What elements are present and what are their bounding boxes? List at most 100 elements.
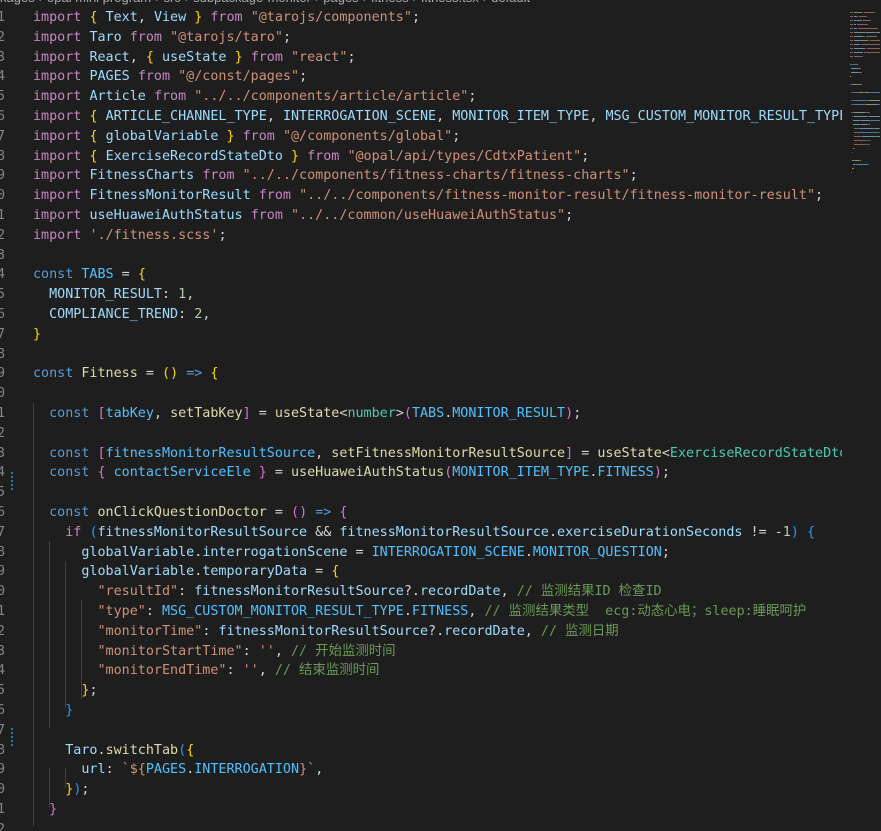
code-token: "../../components/fitness-charts/fitness…	[242, 168, 630, 184]
code-line[interactable]: 2	[0, 424, 842, 444]
code-line[interactable]: 9 globalVariable.temporaryData = {	[0, 562, 842, 582]
breadcrumb-item[interactable]: fitness	[371, 0, 409, 5]
code-token: =	[266, 505, 291, 520]
code-token: ,	[524, 623, 541, 639]
code-token: import	[33, 227, 82, 243]
minimap[interactable]	[842, 0, 881, 831]
line-number: 9	[0, 564, 6, 580]
code-token: ?.	[403, 584, 420, 600]
code-line[interactable]: 5 MONITOR_RESULT: 1,	[0, 285, 842, 305]
code-line[interactable]: 1 import { Text, View } from "@tarojs/com…	[0, 8, 842, 28]
code-token: "monitorTime"	[97, 623, 203, 639]
breadcrumb-item[interactable]: fitness.tsx	[421, 0, 479, 5]
line-number: 4	[0, 69, 6, 85]
code-token: ;	[347, 49, 356, 65]
code-line[interactable]: 6 COMPLIANCE_TREND: 2,	[0, 305, 842, 325]
breadcrumb-item[interactable]: pages	[323, 0, 358, 5]
code-text: import { ARTICLE_CHANNEL_TYPE, INTERROGA…	[33, 107, 842, 127]
code-line[interactable]: 2 import Taro from "@tarojs/taro";	[0, 28, 842, 48]
code-token: ''	[242, 663, 259, 679]
code-token: {	[89, 10, 98, 25]
code-line[interactable]: 9 const Fitness = () => {	[0, 364, 842, 384]
code-line[interactable]: 3 const [fitnessMonitorResultSource, set…	[0, 444, 842, 464]
code-line[interactable]: 2 "monitorTime": fitnessMonitorResultSou…	[0, 622, 842, 642]
line-number: 8	[0, 148, 6, 164]
code-editor[interactable]: 1 import { Text, View } from "@tarojs/com…	[0, 8, 842, 831]
code-line[interactable]: 7 import { globalVariable } from "@/compo…	[0, 127, 842, 147]
code-line[interactable]: 4 "monitorEndTime": '', // 结束监测时间	[0, 661, 842, 681]
breadcrumb-item[interactable]: opal mini program	[47, 0, 151, 5]
code-line[interactable]: 1 const [tabKey, setTabKey] = useState<n…	[0, 404, 842, 424]
code-line[interactable]: 0 import FitnessMonitorResult from "../..…	[0, 186, 842, 206]
code-line[interactable]: 8 globalVariable. interrogationScene = IN…	[0, 543, 842, 563]
code-text: import FitnessCharts from "../../compone…	[33, 166, 638, 186]
code-token: =	[307, 564, 332, 580]
code-token: .	[524, 544, 533, 560]
breadcrumb-item[interactable]: subpackage-monitor	[193, 0, 311, 5]
code-line[interactable]: 5 import Article from "../../components/a…	[0, 87, 842, 107]
code-line[interactable]: 4 const TABS = {	[0, 265, 842, 285]
code-line[interactable]: 7	[0, 721, 842, 741]
line-number: 5	[0, 683, 6, 699]
code-token: MONITOR_QUESTION	[532, 544, 662, 560]
code-line[interactable]: 5 };	[0, 681, 842, 701]
code-token: fitnessMonitorResultSource	[218, 623, 429, 639]
code-line[interactable]: 3 "monitorStartTime": '', // 开始监测时间	[0, 642, 842, 662]
line-number: 1	[0, 406, 6, 421]
code-token: {	[89, 128, 98, 144]
code-line[interactable]: 7}	[0, 325, 842, 345]
code-line[interactable]: 6 }	[0, 701, 842, 721]
minimap-line	[866, 140, 871, 141]
code-token: ;	[815, 188, 824, 204]
code-token: import	[33, 29, 82, 45]
code-line[interactable]: 1 }	[0, 800, 842, 820]
code-line[interactable]: 7 if (fitnessMonitorResultSource && fitn…	[0, 523, 842, 543]
code-line[interactable]: 9 url: `${PAGES.INTERROGATION}`,	[0, 760, 842, 780]
code-token: =	[250, 406, 275, 421]
code-line[interactable]: 2	[0, 820, 842, 831]
code-token: from	[250, 208, 283, 223]
code-line[interactable]: 1 import useHuaweiAuthStatus from "../../…	[0, 206, 842, 226]
breadcrumb-item[interactable]: default	[491, 0, 530, 5]
code-line[interactable]: 0 });	[0, 780, 842, 800]
code-token: FITNESS	[597, 465, 654, 481]
breadcrumb-separator-icon: ›	[483, 0, 487, 5]
breadcrumb-item[interactable]: kages	[0, 0, 35, 5]
line-number: 6	[0, 307, 6, 322]
code-token: ;	[661, 544, 670, 560]
code-line[interactable]: 1 "type": MSG_CUSTOM_MONITOR_RESULT_TYPE…	[0, 602, 842, 622]
minimap-line	[873, 12, 874, 13]
code-line[interactable]: 6 import { ARTICLE_CHANNEL_TYPE, INTERROG…	[0, 107, 842, 127]
code-line[interactable]: 8	[0, 345, 842, 365]
code-line[interactable]: 2 import './fitness.scss';	[0, 226, 842, 246]
minimap-line	[876, 32, 880, 33]
code-token: {	[806, 524, 816, 540]
code-token: }	[258, 465, 267, 481]
code-text: const { contactServiceEle } = useHuaweiA…	[33, 463, 670, 483]
code-line[interactable]: 8 import { ExerciseRecordStateDto } from …	[0, 147, 842, 167]
minimap-line	[868, 100, 880, 101]
minimap-line	[866, 52, 880, 53]
line-number: 7	[0, 722, 6, 738]
code-line[interactable]: 9 import FitnessCharts from "../../compon…	[0, 166, 842, 186]
code-line[interactable]: 0	[0, 384, 842, 404]
code-line[interactable]: 6 const onClickQuestionDoctor = () => {	[0, 503, 842, 523]
code-token: from	[258, 188, 291, 204]
code-token: MONITOR_RESULT	[49, 287, 162, 303]
code-token: =	[573, 445, 598, 461]
line-number: 8	[0, 346, 6, 362]
code-line[interactable]: 0 "resultId": fitnessMonitorResultSource…	[0, 582, 842, 602]
code-line[interactable]: 3 import React, { useState } from "react"…	[0, 48, 842, 68]
code-line[interactable]: 8 Taro.switchTab({	[0, 741, 842, 761]
code-line[interactable]: 4 const { contactServiceEle } = useHuawe…	[0, 463, 842, 483]
code-token: fitnessMonitorResultSource	[194, 584, 404, 600]
code-line[interactable]: 5	[0, 483, 842, 503]
code-line[interactable]: 3	[0, 246, 842, 266]
code-token: {	[339, 505, 348, 520]
code-token: from	[202, 168, 235, 184]
code-line[interactable]: 4 import PAGES from "@/const/pages";	[0, 67, 842, 87]
breadcrumb-item[interactable]: src	[163, 0, 180, 5]
code-token: "@/const/pages"	[178, 69, 300, 85]
